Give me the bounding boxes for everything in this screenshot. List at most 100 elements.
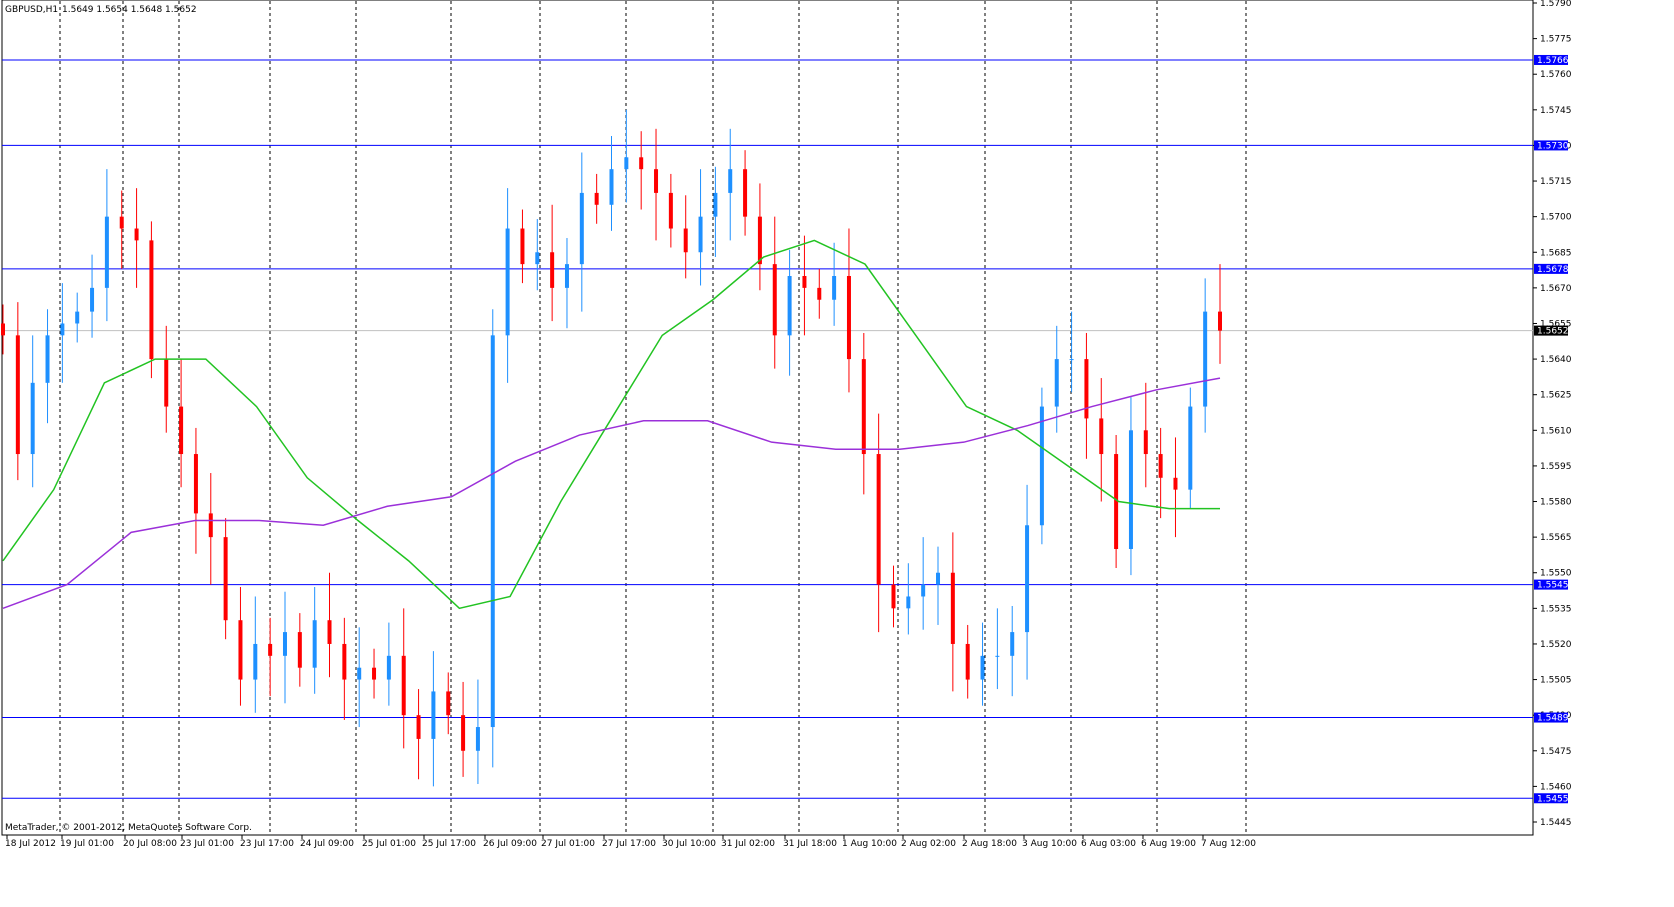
candle-body [193,454,198,514]
candle-body [1158,454,1163,478]
x-tick-label: 31 Jul 18:00 [783,839,837,849]
x-tick-label: 18 Jul 2012 [5,839,56,849]
candle-body [772,264,777,336]
candle-body [698,216,703,253]
candle-body [75,311,80,324]
y-tick-label: 1.5745 [1540,106,1572,116]
x-tick-label: 2 Aug 02:00 [901,839,956,849]
candle-body [1203,311,1208,407]
candle-body [906,596,911,609]
x-tick-label: 30 Jul 10:00 [662,839,716,849]
candle-body [475,727,480,751]
level-label: 1.5545 [1537,581,1569,591]
y-tick-label: 1.5610 [1540,426,1572,436]
candle-body [713,192,718,217]
candle-body [728,169,733,193]
x-tick-label: 27 Jul 01:00 [541,839,595,849]
candle-body [357,667,362,680]
candle-body [30,382,35,455]
candle-body [1039,406,1044,526]
candle-body [609,169,614,205]
level-label: 1.5766 [1537,56,1569,66]
candle-body [1173,477,1178,490]
y-tick-label: 1.5535 [1540,604,1572,614]
candle-body [119,216,124,229]
candle-body [327,620,332,644]
candle-body [268,643,273,656]
x-tick-label: 24 Jul 09:00 [300,839,354,849]
candle-body [861,359,866,455]
candle-body [1099,418,1104,455]
candle-body [787,276,792,336]
candle-body [668,192,673,229]
candle-body [995,655,1000,657]
candle-body [1,323,5,336]
candle-body [564,264,569,288]
candle-body [208,513,213,538]
level-label: 1.5730 [1537,141,1569,151]
x-tick-label: 2 Aug 18:00 [962,839,1017,849]
x-tick-label: 3 Aug 10:00 [1022,839,1077,849]
price-chart[interactable]: 1.5790 1.5775 1.5760 1.5745 1.5730 1.5715 1.57… [0,0,1674,907]
candle-body [297,632,302,668]
candle-body [104,216,109,288]
candle-body [505,228,510,336]
x-tick-label: 27 Jul 17:00 [602,839,656,849]
y-tick-label: 1.5475 [1540,747,1572,757]
candle-body [624,157,629,170]
candle-body [1084,359,1089,419]
candle-body [1143,430,1148,455]
candle-body [817,287,822,300]
y-tick-label: 1.5640 [1540,355,1572,365]
candle-body [876,454,881,585]
candle-body [253,643,258,680]
y-tick-label: 1.5685 [1540,248,1572,258]
x-tick-label: 19 Jul 01:00 [60,839,114,849]
candle-body [431,691,436,739]
x-tick-label: 7 Aug 12:00 [1201,839,1256,849]
candle-body [490,335,495,728]
chart-title: GBPUSD,H1 [5,5,58,15]
y-tick-label: 1.5670 [1540,284,1572,294]
candle-body [461,715,466,751]
y-tick-label: 1.5790 [1540,0,1572,9]
candle-body [149,240,154,360]
y-tick-label: 1.5445 [1540,818,1572,828]
x-tick-label: 6 Aug 03:00 [1081,839,1136,849]
plot-area [1,0,1534,836]
candle-body [238,620,243,680]
y-tick-label: 1.5700 [1540,213,1572,223]
candle-body [594,192,599,205]
candle-body [386,655,391,680]
x-tick-label: 23 Jul 17:00 [240,839,294,849]
candle-body [401,655,406,716]
candle-body [134,228,139,241]
candle-body [550,252,555,288]
candle-body [45,335,50,383]
candle-body [891,584,896,609]
candle-body [372,667,377,680]
y-tick-label: 1.5760 [1540,70,1572,80]
candle-body [1069,359,1074,361]
candle-body [1188,406,1193,490]
level-label: 1.5678 [1537,265,1569,275]
candle-body [1010,632,1015,656]
x-tick-label: 6 Aug 19:00 [1141,839,1196,849]
candle-body [223,537,228,621]
y-tick-label: 1.5775 [1540,35,1572,45]
candle-body [60,323,65,336]
x-tick-label: 25 Jul 17:00 [422,839,476,849]
y-tick-label: 1.5715 [1540,177,1572,187]
candle-body [446,691,451,716]
y-tick-label: 1.5595 [1540,462,1572,472]
bid-label: 1.5652 [1537,327,1569,337]
x-tick-label: 26 Jul 09:00 [483,839,537,849]
x-tick-label: 20 Jul 08:00 [123,839,177,849]
x-tick-label: 31 Jul 02:00 [721,839,775,849]
candle-body [535,252,540,265]
candle-body [1218,311,1222,331]
candle-body [832,276,837,300]
candle-body [312,620,317,668]
level-label: 1.5455 [1537,794,1569,804]
candle-body [965,643,970,680]
